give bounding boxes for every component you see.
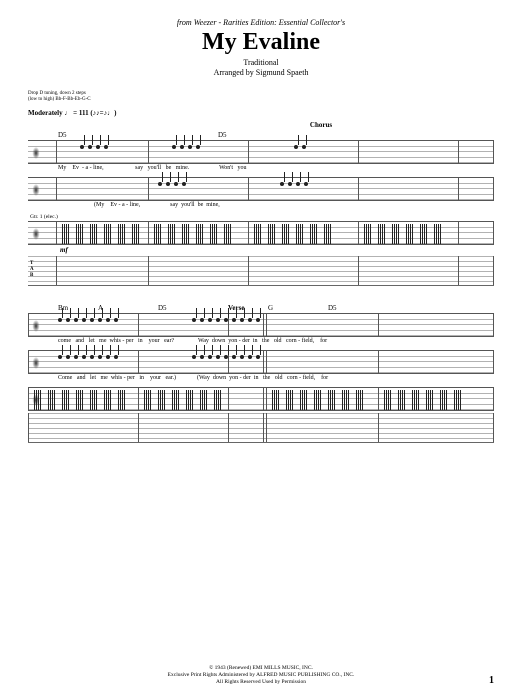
music-system-1: Chorus D5 D5 My Ev - a - line, say you'l… bbox=[28, 121, 494, 286]
music-system-2: Bm A D5 Verse G D5 come and let me whis … bbox=[28, 304, 494, 443]
guitar-staff-2 bbox=[28, 387, 494, 411]
guitar-staff-1 bbox=[28, 221, 494, 245]
copyright-line: © 1943 (Renewed) EMI MILLS MUSIC, INC. bbox=[28, 665, 494, 672]
vocal2-lyrics-1: (My Ev - a - line, say you'll be mine, bbox=[28, 202, 494, 208]
vocal2-staff-1 bbox=[28, 177, 494, 201]
rights-line: Exclusive Print Rights Administered by A… bbox=[28, 672, 494, 679]
vocal2-staff-2 bbox=[28, 350, 494, 374]
tuning-info: Drop D tuning, down 2 steps (low to high… bbox=[28, 91, 494, 103]
vocal1-staff-1 bbox=[28, 140, 494, 164]
section-label-chorus: Chorus bbox=[148, 121, 494, 129]
vocal2-lyrics-2: Come and let me whis - per in your ear.)… bbox=[28, 375, 494, 381]
sheet-header: from Weezer - Rarities Edition: Essentia… bbox=[28, 18, 494, 77]
chord-row-1: D5 D5 bbox=[28, 131, 494, 139]
copyright-footer: © 1943 (Renewed) EMI MILLS MUSIC, INC. E… bbox=[28, 665, 494, 686]
vocal1-lyrics-1: My Ev - a - line, say you'll be mine. Wo… bbox=[28, 165, 494, 171]
song-title: My Evaline bbox=[28, 29, 494, 56]
tab-staff-1: TAB bbox=[28, 256, 494, 286]
arranger: Arranged by Sigmund Spaeth bbox=[28, 68, 494, 77]
page-number: 1 bbox=[489, 675, 494, 686]
guitar-part-label: Gtr. 1 (elec.) bbox=[28, 214, 494, 220]
tab-label: TAB bbox=[30, 261, 34, 279]
composer: Traditional bbox=[28, 58, 494, 67]
vocal1-lyrics-2: come and let me whis - per in your ear? … bbox=[28, 338, 494, 344]
dynamic-marking: mf bbox=[28, 246, 494, 254]
chord-row-2: Bm A D5 Verse G D5 bbox=[28, 304, 494, 312]
reserved-line: All Rights Reserved Used by Permission bbox=[28, 679, 494, 686]
tempo-marking: Moderately ♩ = 111 (♪♪=♪♩) bbox=[28, 109, 494, 117]
vocal1-staff-2 bbox=[28, 313, 494, 337]
tab-staff-2 bbox=[28, 413, 494, 443]
section-label-verse: Verse bbox=[228, 304, 268, 312]
source-line: from Weezer - Rarities Edition: Essentia… bbox=[28, 18, 494, 27]
tuning-line2: (low to high) Bb-F-Bb-Eb-G-C bbox=[28, 97, 494, 103]
